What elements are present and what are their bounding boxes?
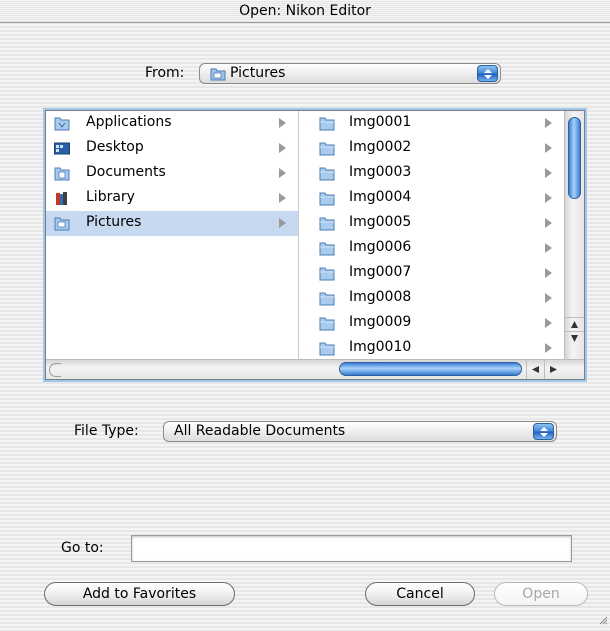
cancel-button[interactable]: Cancel <box>365 582 475 606</box>
list-item-label: Img0010 <box>349 339 412 355</box>
scroll-up-arrow-icon[interactable] <box>565 317 584 331</box>
sidebar-item-library[interactable]: Library <box>46 186 298 211</box>
list-item[interactable]: Img0005 <box>299 211 564 236</box>
scroll-track-cap <box>49 363 61 377</box>
list-item-label: Img0005 <box>349 214 412 230</box>
add-to-favorites-button[interactable]: Add to Favorites <box>44 582 235 606</box>
list-item[interactable]: Img0010 <box>299 336 564 359</box>
list-item-label: Img0003 <box>349 164 412 180</box>
chevron-right-icon <box>545 218 552 228</box>
file-type-popup[interactable]: All Readable Documents <box>163 421 557 442</box>
popup-arrows-icon <box>477 65 498 82</box>
from-popup[interactable]: Pictures <box>199 63 501 84</box>
sidebar-item-label: Library <box>86 189 135 205</box>
folder-icon <box>319 191 335 206</box>
folder-icon <box>319 266 335 281</box>
pictures-folder-icon <box>54 216 70 231</box>
applications-folder-icon <box>54 116 70 131</box>
list-item[interactable]: Img0008 <box>299 286 564 311</box>
list-item-label: Img0009 <box>349 314 412 330</box>
chevron-right-icon <box>279 118 286 128</box>
window-title: Open: Nikon Editor <box>0 0 610 23</box>
list-item[interactable]: Img0003 <box>299 161 564 186</box>
list-item[interactable]: Img0007 <box>299 261 564 286</box>
chevron-right-icon <box>545 118 552 128</box>
sidebar-item-label: Desktop <box>86 139 144 155</box>
sidebar-item-desktop[interactable]: Desktop <box>46 136 298 161</box>
chevron-right-icon <box>279 143 286 153</box>
browser-column-pictures: Img0001 Img0002 Img0003 Img0004 Img0005 … <box>299 111 564 359</box>
list-item-label: Img0006 <box>349 239 412 255</box>
list-item[interactable]: Img0004 <box>299 186 564 211</box>
folder-icon <box>319 141 335 156</box>
chevron-right-icon <box>279 218 286 228</box>
open-button[interactable]: Open <box>494 582 588 606</box>
folder-icon <box>319 341 335 356</box>
folder-icon <box>319 241 335 256</box>
list-item-label: Img0008 <box>349 289 412 305</box>
list-item[interactable]: Img0002 <box>299 136 564 161</box>
vertical-scrollbar[interactable] <box>564 111 584 359</box>
pictures-folder-icon <box>210 66 226 87</box>
from-selected-value: Pictures <box>230 65 286 81</box>
scroll-left-arrow-icon[interactable] <box>526 360 544 379</box>
list-item[interactable]: Img0009 <box>299 311 564 336</box>
horizontal-scroll-thumb[interactable] <box>339 362 522 376</box>
from-label: From: <box>145 65 185 81</box>
desktop-icon <box>54 141 70 156</box>
file-type-label: File Type: <box>74 423 139 439</box>
chevron-right-icon <box>279 193 286 203</box>
folder-icon <box>319 216 335 231</box>
sidebar-item-documents[interactable]: Documents <box>46 161 298 186</box>
resize-grip-icon[interactable] <box>598 610 608 629</box>
sidebar-item-label: Applications <box>86 114 172 130</box>
chevron-right-icon <box>545 143 552 153</box>
chevron-right-icon <box>545 243 552 253</box>
sidebar-item-pictures[interactable]: Pictures <box>46 211 298 236</box>
folder-icon <box>319 166 335 181</box>
list-item-label: Img0007 <box>349 264 412 280</box>
folder-icon <box>319 316 335 331</box>
scroll-down-arrow-icon[interactable] <box>565 331 584 345</box>
sidebar-item-applications[interactable]: Applications <box>46 111 298 136</box>
vertical-scroll-thumb[interactable] <box>568 117 581 199</box>
scroll-right-arrow-icon[interactable] <box>544 360 562 379</box>
goto-field[interactable] <box>131 535 572 562</box>
folder-icon <box>319 291 335 306</box>
chevron-right-icon <box>279 168 286 178</box>
list-item[interactable]: Img0006 <box>299 236 564 261</box>
file-type-selected-value: All Readable Documents <box>174 423 346 439</box>
goto-label: Go to: <box>61 540 104 556</box>
list-item-label: Img0002 <box>349 139 412 155</box>
sidebar-item-label: Documents <box>86 164 166 180</box>
chevron-right-icon <box>545 268 552 278</box>
chevron-right-icon <box>545 193 552 203</box>
chevron-right-icon <box>545 343 552 353</box>
popup-arrows-icon <box>533 423 554 440</box>
chevron-right-icon <box>545 293 552 303</box>
list-item[interactable]: Img0001 <box>299 111 564 136</box>
horizontal-scrollbar[interactable] <box>46 359 584 379</box>
browser-column-places: Applications Desktop Documents Library P… <box>46 111 299 359</box>
chevron-right-icon <box>545 168 552 178</box>
documents-folder-icon <box>54 166 70 181</box>
folder-icon <box>319 116 335 131</box>
file-browser[interactable]: Applications Desktop Documents Library P… <box>45 110 585 380</box>
sidebar-item-label: Pictures <box>86 214 142 230</box>
list-item-label: Img0004 <box>349 189 412 205</box>
library-folder-icon <box>54 191 70 206</box>
chevron-right-icon <box>545 318 552 328</box>
list-item-label: Img0001 <box>349 114 412 130</box>
